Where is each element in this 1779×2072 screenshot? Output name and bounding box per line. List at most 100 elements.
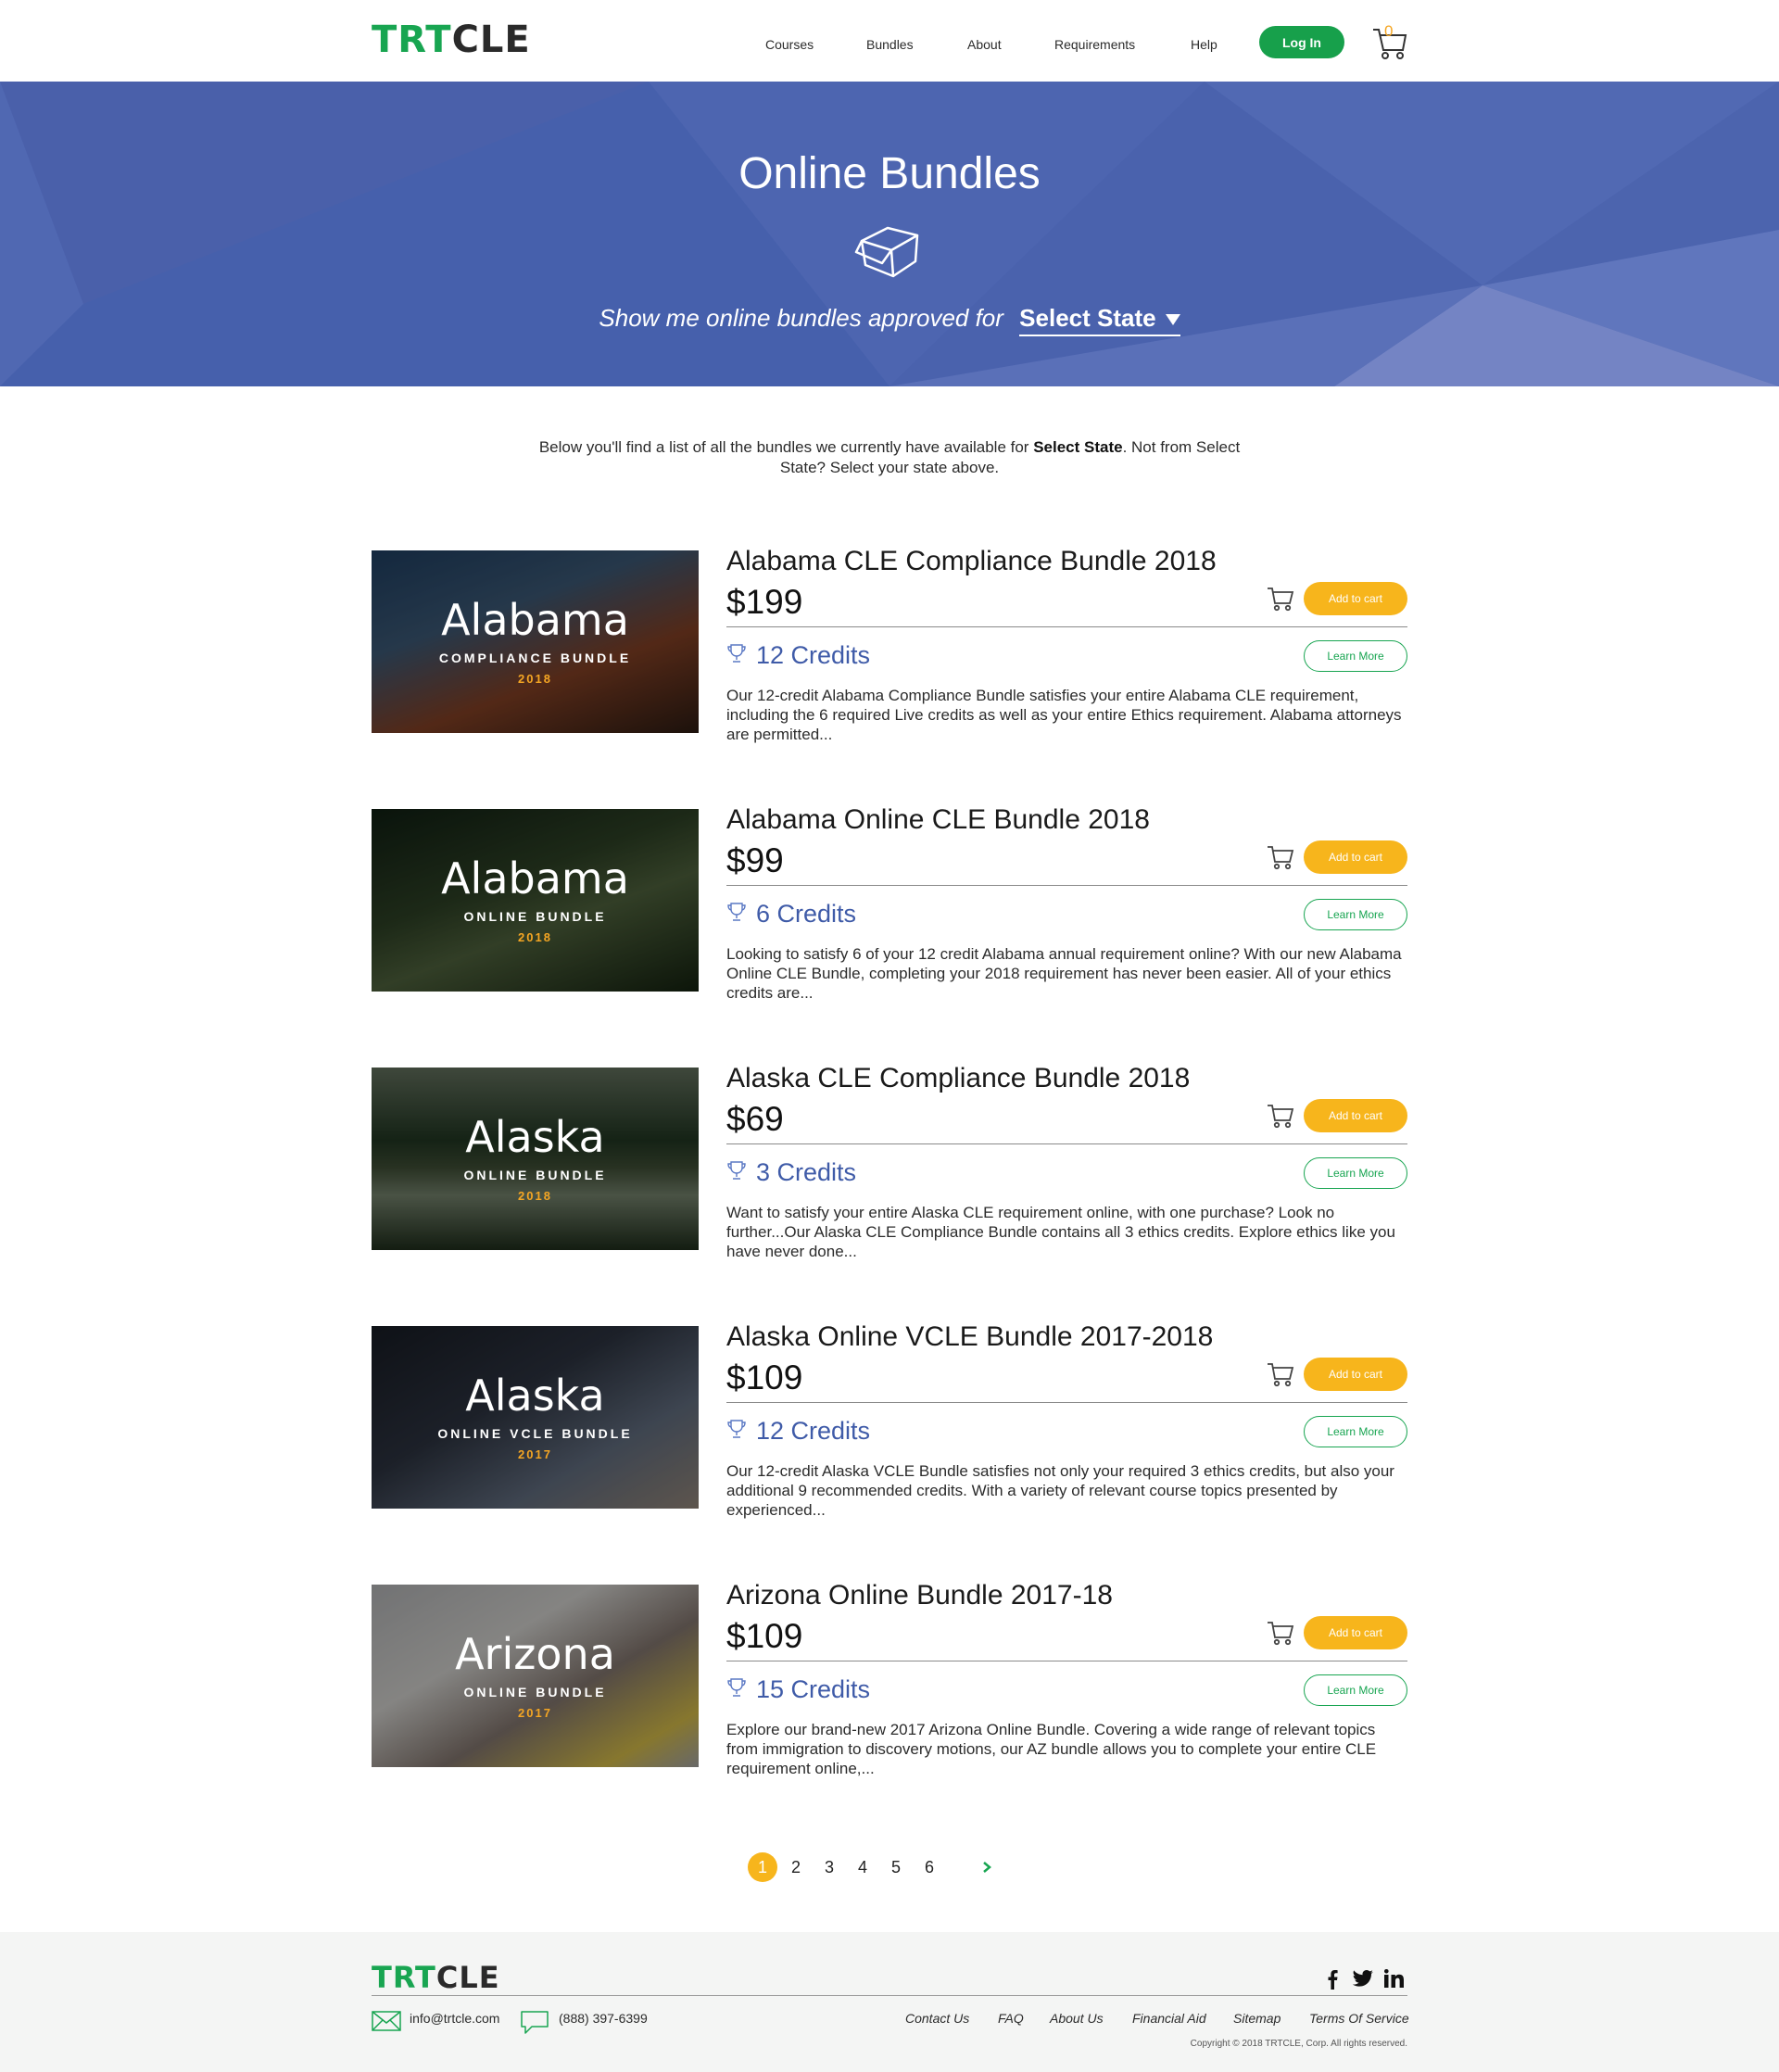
trophy-icon [727, 1678, 746, 1697]
thumbnail-subtitle: ONLINE BUNDLE [463, 1685, 607, 1699]
learn-more-button[interactable]: Learn More [1304, 1416, 1407, 1447]
bundle-price: $69 [726, 1100, 784, 1138]
nav-requirements[interactable]: Requirements [1054, 37, 1135, 52]
thumbnail-year: 2017 [518, 1706, 552, 1720]
top-navigation-bar: TRTCLE Courses Bundles About Requirement… [0, 0, 1779, 82]
bundle-divider [726, 885, 1407, 886]
copyright-text: Copyright © 2018 TRTCLE, Corp. All right… [1190, 2039, 1407, 2049]
bundle-title[interactable]: Alabama Online CLE Bundle 2018 [726, 804, 1150, 836]
learn-more-button[interactable]: Learn More [1304, 640, 1407, 672]
envelope-icon [372, 2011, 401, 2031]
bundle-thumbnail[interactable]: Alabama ONLINE BUNDLE 2018 [372, 809, 699, 992]
thumbnail-subtitle: ONLINE VCLE BUNDLE [437, 1426, 633, 1441]
twitter-icon[interactable] [1353, 1969, 1373, 1988]
chat-bubble-icon [521, 2011, 549, 2034]
bundle-thumbnail[interactable]: Arizona ONLINE BUNDLE 2017 [372, 1585, 699, 1767]
footer-email[interactable]: info@trtcle.com [410, 2011, 499, 2026]
footer-link-sitemap[interactable]: Sitemap [1233, 2011, 1281, 2026]
bundle-card: Alabama COMPLIANCE BUNDLE 2018 Alabama C… [372, 546, 1407, 743]
thumbnail-state: Alaska [465, 1112, 605, 1162]
cart-icon [1268, 1105, 1294, 1129]
bundle-price: $99 [726, 841, 784, 879]
bundle-credits: 15 Credits [756, 1675, 871, 1703]
bundle-description: Want to satisfy your entire Alaska CLE r… [726, 1204, 1395, 1260]
trophy-icon [727, 903, 746, 921]
learn-more-button[interactable]: Learn More [1304, 1157, 1407, 1189]
cart-icon [1268, 1363, 1294, 1387]
chevron-right-icon [983, 1862, 991, 1873]
bundle-card: Alaska ONLINE BUNDLE 2018 Alaska CLE Com… [372, 1063, 1407, 1260]
thumbnail-subtitle: ONLINE BUNDLE [463, 1168, 607, 1182]
thumbnail-subtitle: ONLINE BUNDLE [463, 909, 607, 924]
cart-count-badge: 0 [1384, 22, 1394, 40]
learn-more-button[interactable]: Learn More [1304, 899, 1407, 930]
bundle-credits: 6 Credits [756, 900, 857, 928]
bundle-card: Arizona ONLINE BUNDLE 2017 Arizona Onlin… [372, 1580, 1407, 1777]
next-page-button[interactable] [972, 1852, 1002, 1882]
add-to-cart-button[interactable]: Add to cart [1304, 582, 1407, 615]
bundle-credits: 12 Credits [756, 1417, 871, 1445]
state-select-value: Select State [1019, 304, 1156, 332]
thumbnail-year: 2018 [518, 672, 552, 686]
bundle-price: $109 [726, 1358, 803, 1396]
bundle-title[interactable]: Alaska CLE Compliance Bundle 2018 [726, 1063, 1190, 1094]
cart-icon [1268, 846, 1294, 870]
login-button[interactable]: Log In [1259, 26, 1344, 58]
caret-down-icon [1165, 314, 1180, 326]
hero-banner: Online Bundles Show me online bundles ap… [0, 82, 1779, 386]
bundle-divider [726, 626, 1407, 627]
thumbnail-year: 2018 [518, 930, 552, 944]
page-4-button[interactable]: 4 [848, 1852, 877, 1882]
trophy-icon [727, 644, 746, 663]
bundle-description: Our 12-credit Alabama Compliance Bundle … [726, 687, 1402, 743]
footer-link-terms[interactable]: Terms Of Service [1309, 2011, 1409, 2026]
box-icon [854, 226, 919, 278]
facebook-icon[interactable] [1327, 1969, 1338, 1990]
bundle-description: Our 12-credit Alaska VCLE Bundle satisfi… [726, 1462, 1394, 1519]
cart-icon [1268, 587, 1294, 612]
bundle-thumbnail[interactable]: Alaska ONLINE VCLE BUNDLE 2017 [372, 1326, 699, 1509]
page-5-button[interactable]: 5 [881, 1852, 911, 1882]
cart-icon [1268, 1622, 1294, 1646]
linkedin-icon[interactable] [1384, 1969, 1405, 1988]
bundle-title[interactable]: Alabama CLE Compliance Bundle 2018 [726, 546, 1217, 577]
state-filter-lead: Show me online bundles approved for [599, 304, 1003, 332]
page-1-button[interactable]: 1 [748, 1852, 777, 1882]
page-3-button[interactable]: 3 [814, 1852, 844, 1882]
state-filter-line: Show me online bundles approved for Sele… [0, 304, 1779, 336]
bundle-credits: 12 Credits [756, 641, 871, 669]
learn-more-button[interactable]: Learn More [1304, 1674, 1407, 1706]
bundle-price: $109 [726, 1617, 803, 1655]
page-2-button[interactable]: 2 [781, 1852, 811, 1882]
footer-link-about-us[interactable]: About Us [1050, 2011, 1104, 2026]
state-select-dropdown[interactable]: Select State [1019, 304, 1180, 336]
bundle-thumbnail[interactable]: Alabama COMPLIANCE BUNDLE 2018 [372, 550, 699, 733]
nav-help[interactable]: Help [1191, 37, 1218, 52]
footer-link-financial-aid[interactable]: Financial Aid [1132, 2011, 1206, 2026]
footer-divider [372, 1995, 1407, 1996]
nav-bundles[interactable]: Bundles [866, 37, 914, 52]
footer-link-contact-us[interactable]: Contact Us [905, 2011, 969, 2026]
add-to-cart-button[interactable]: Add to cart [1304, 1616, 1407, 1649]
add-to-cart-button[interactable]: Add to cart [1304, 1358, 1407, 1391]
bundle-thumbnail[interactable]: Alaska ONLINE BUNDLE 2018 [372, 1068, 699, 1250]
footer-logo[interactable]: TRTCLE [372, 1960, 500, 1995]
footer: TRTCLE info@trtcle.com (888) 397-6399 Co… [0, 1932, 1779, 2072]
bundle-card: Alabama ONLINE BUNDLE 2018 Alabama Onlin… [372, 804, 1407, 1002]
footer-link-faq[interactable]: FAQ [998, 2011, 1024, 2026]
footer-phone[interactable]: (888) 397-6399 [559, 2011, 648, 2026]
page-6-button[interactable]: 6 [915, 1852, 944, 1882]
add-to-cart-button[interactable]: Add to cart [1304, 1099, 1407, 1132]
nav-courses[interactable]: Courses [765, 37, 814, 52]
thumbnail-year: 2017 [518, 1447, 552, 1461]
bundle-title[interactable]: Alaska Online VCLE Bundle 2017-2018 [726, 1321, 1213, 1353]
trophy-icon [727, 1420, 746, 1438]
thumbnail-state: Alaska [465, 1371, 605, 1421]
site-logo[interactable]: TRTCLE [372, 19, 531, 61]
nav-about[interactable]: About [967, 37, 1002, 52]
add-to-cart-button[interactable]: Add to cart [1304, 840, 1407, 874]
bundle-divider [726, 1402, 1407, 1403]
bundle-title[interactable]: Arizona Online Bundle 2017-18 [726, 1580, 1113, 1611]
thumbnail-subtitle: COMPLIANCE BUNDLE [438, 651, 632, 665]
bundle-credits: 3 Credits [756, 1158, 857, 1186]
